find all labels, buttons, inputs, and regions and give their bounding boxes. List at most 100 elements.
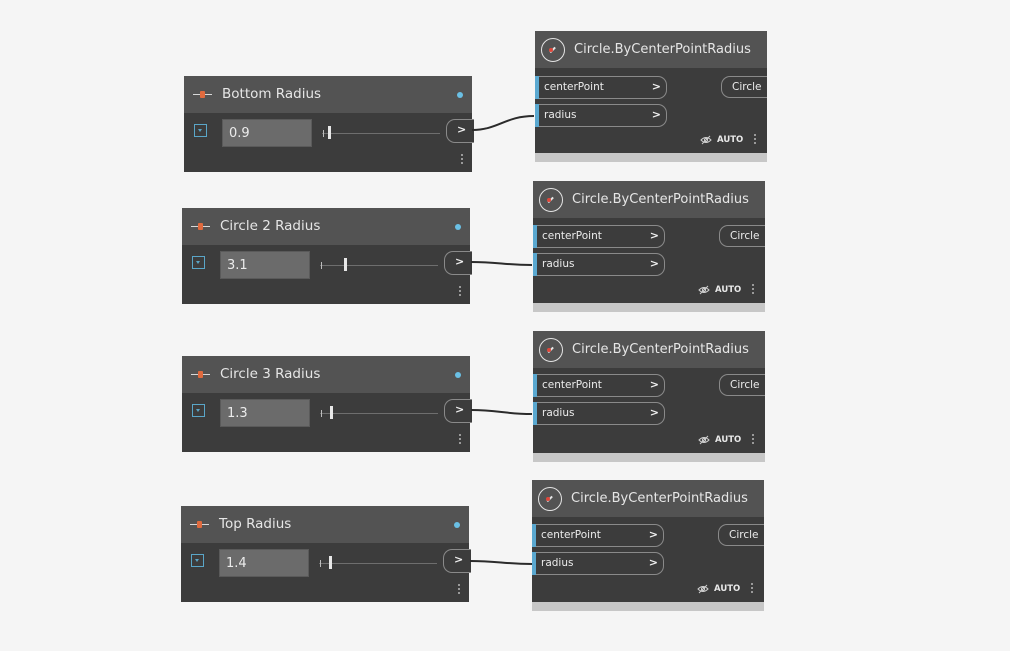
vertical-dots-icon[interactable] [752,284,754,296]
node-header[interactable]: Circle.ByCenterPointRadius [535,31,767,68]
node-header[interactable]: Circle.ByCenterPointRadius [533,331,765,368]
node-header[interactable]: Circle 2 Radius [182,208,470,245]
slider-min-tick [320,560,321,567]
slider-node-top-radius[interactable]: Top Radius 1.4 > [181,506,471,602]
chevron-right-icon: > [455,255,465,268]
slider-node-circle-2-radius[interactable]: Circle 2 Radius 3.1 > [182,208,472,304]
slider-thumb[interactable] [329,406,333,419]
slider-icon [190,521,209,528]
input-port-centerpoint[interactable]: centerPoint > [533,225,665,248]
chevron-right-icon: > [649,406,659,419]
vertical-dots-icon[interactable] [459,286,461,298]
slider-node-bottom-radius[interactable]: Bottom Radius 0.9 > [184,76,474,172]
output-port-circle[interactable]: Circle [719,225,765,247]
port-indicator [535,76,539,99]
output-port[interactable]: > [444,399,472,423]
node-header[interactable]: Bottom Radius [184,76,472,113]
slider-track[interactable] [320,413,438,414]
slider-icon [191,223,210,230]
slider-thumb[interactable] [328,126,332,139]
eye-slash-icon[interactable] [697,584,709,594]
wire-circle-2-radius[interactable] [470,261,533,266]
state-indicator [457,92,463,98]
port-indicator [532,524,536,547]
value-input[interactable]: 1.4 [219,549,309,577]
chevron-right-icon: > [651,80,661,93]
slider-node-circle-3-radius[interactable]: Circle 3 Radius 1.3 > [182,356,472,452]
expand-toggle[interactable] [192,256,205,269]
chevron-right-icon: > [651,108,661,121]
vertical-dots-icon[interactable] [754,134,756,146]
output-port[interactable]: > [444,251,472,275]
vertical-dots-icon[interactable] [458,584,460,596]
node-header[interactable]: Circle.ByCenterPointRadius [532,480,764,517]
node-header[interactable]: Circle.ByCenterPointRadius [533,181,765,218]
input-port-radius[interactable]: radius > [533,253,665,276]
slider-track[interactable] [322,133,440,134]
circle-node-2[interactable]: Circle.ByCenterPointRadius centerPoint >… [533,181,765,312]
value-input[interactable]: 1.3 [220,399,310,427]
output-port[interactable]: > [443,549,471,573]
chevron-right-icon: > [648,528,658,541]
node-footer [533,303,765,312]
chevron-right-icon: > [649,257,659,270]
node-title: Circle 3 Radius [220,366,321,382]
slider-track[interactable] [320,265,438,266]
node-footer [532,602,764,611]
port-indicator [532,552,536,575]
run-mode-label: AUTO [714,584,741,594]
vertical-dots-icon[interactable] [461,154,463,166]
state-indicator [455,224,461,230]
port-label: radius [544,109,577,121]
run-mode-label: AUTO [715,285,742,295]
input-port-radius[interactable]: radius > [532,552,664,575]
output-port-circle[interactable]: Circle [719,374,765,396]
input-port-centerpoint[interactable]: centerPoint > [533,374,665,397]
wire-bottom-radius[interactable] [471,115,535,131]
value-input[interactable]: 0.9 [222,119,312,147]
slider-min-tick [321,410,322,417]
eye-slash-icon[interactable] [700,135,712,145]
input-port-centerpoint[interactable]: centerPoint > [532,524,664,547]
expand-toggle[interactable] [192,404,205,417]
port-indicator [533,253,537,276]
wire-circle-3-radius[interactable] [470,409,533,415]
output-label: Circle [730,230,760,242]
input-port-radius[interactable]: radius > [533,402,665,425]
input-port-radius[interactable]: radius > [535,104,667,127]
circle-node-icon [539,338,563,362]
vertical-dots-icon[interactable] [752,434,754,446]
chevron-right-icon: > [649,378,659,391]
wire-top-radius[interactable] [469,560,533,565]
eye-slash-icon[interactable] [698,285,710,295]
chevron-right-icon: > [457,123,467,136]
port-label: centerPoint [544,81,604,93]
eye-slash-icon[interactable] [698,435,710,445]
output-label: Circle [729,529,759,541]
port-indicator [533,225,537,248]
output-port[interactable]: > [446,119,474,143]
circle-node-3[interactable]: Circle.ByCenterPointRadius centerPoint >… [533,331,765,462]
node-header[interactable]: Circle 3 Radius [182,356,470,393]
connection-wires [469,115,535,565]
circle-node-1[interactable]: Circle.ByCenterPointRadius centerPoint >… [535,31,767,162]
node-title: Bottom Radius [222,86,322,102]
circle-node-4[interactable]: Circle.ByCenterPointRadius centerPoint >… [532,480,764,611]
output-port-circle[interactable]: Circle [718,524,764,546]
output-label: Circle [730,379,760,391]
vertical-dots-icon[interactable] [751,583,753,595]
slider-track[interactable] [319,563,437,564]
value-input[interactable]: 3.1 [220,251,310,279]
expand-toggle[interactable] [191,554,204,567]
slider-thumb[interactable] [328,556,332,569]
expand-toggle[interactable] [194,124,207,137]
run-mode-label: AUTO [717,135,744,145]
node-header[interactable]: Top Radius [181,506,469,543]
circle-node-icon [541,38,565,62]
vertical-dots-icon[interactable] [459,434,461,446]
slider-thumb[interactable] [343,258,347,271]
node-title: Circle.ByCenterPointRadius [574,42,751,57]
slider-icon [193,91,212,98]
output-port-circle[interactable]: Circle [721,76,767,98]
input-port-centerpoint[interactable]: centerPoint > [535,76,667,99]
